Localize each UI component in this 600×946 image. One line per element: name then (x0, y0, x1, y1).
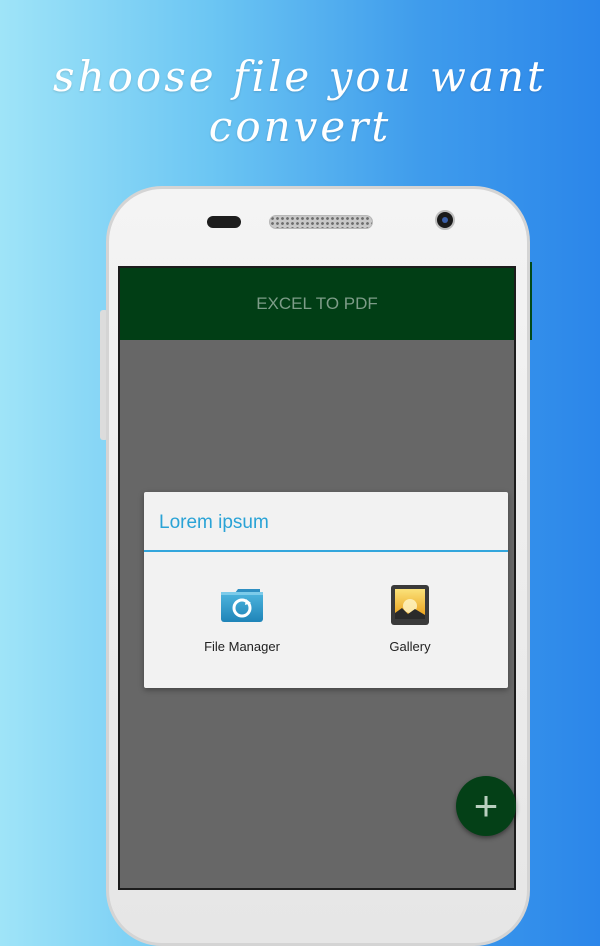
dialog-title: Lorem ipsum (159, 512, 269, 533)
speaker-grille-icon (269, 215, 373, 229)
app-bar: EXCEL TO PDF (120, 268, 514, 340)
promo-line-2: convert (208, 102, 392, 151)
file-manager-label: File Manager (204, 639, 280, 654)
file-manager-option[interactable]: File Manager (172, 584, 312, 654)
plus-icon: + (473, 782, 499, 829)
gallery-icon (388, 584, 432, 626)
folder-icon (220, 584, 264, 626)
earpiece-icon (207, 216, 241, 228)
gallery-option[interactable]: Gallery (340, 584, 480, 654)
dialog-divider (144, 550, 508, 552)
front-camera-icon (435, 210, 455, 230)
add-file-button[interactable]: + (456, 776, 516, 836)
choose-source-dialog: Lorem ipsum File Manager Gallery (144, 492, 508, 688)
gallery-label: Gallery (389, 639, 431, 654)
promo-headline: shoose file you want convert (0, 52, 600, 152)
promo-line-1: shoose file you want (53, 52, 547, 101)
app-title: EXCEL TO PDF (256, 294, 378, 313)
